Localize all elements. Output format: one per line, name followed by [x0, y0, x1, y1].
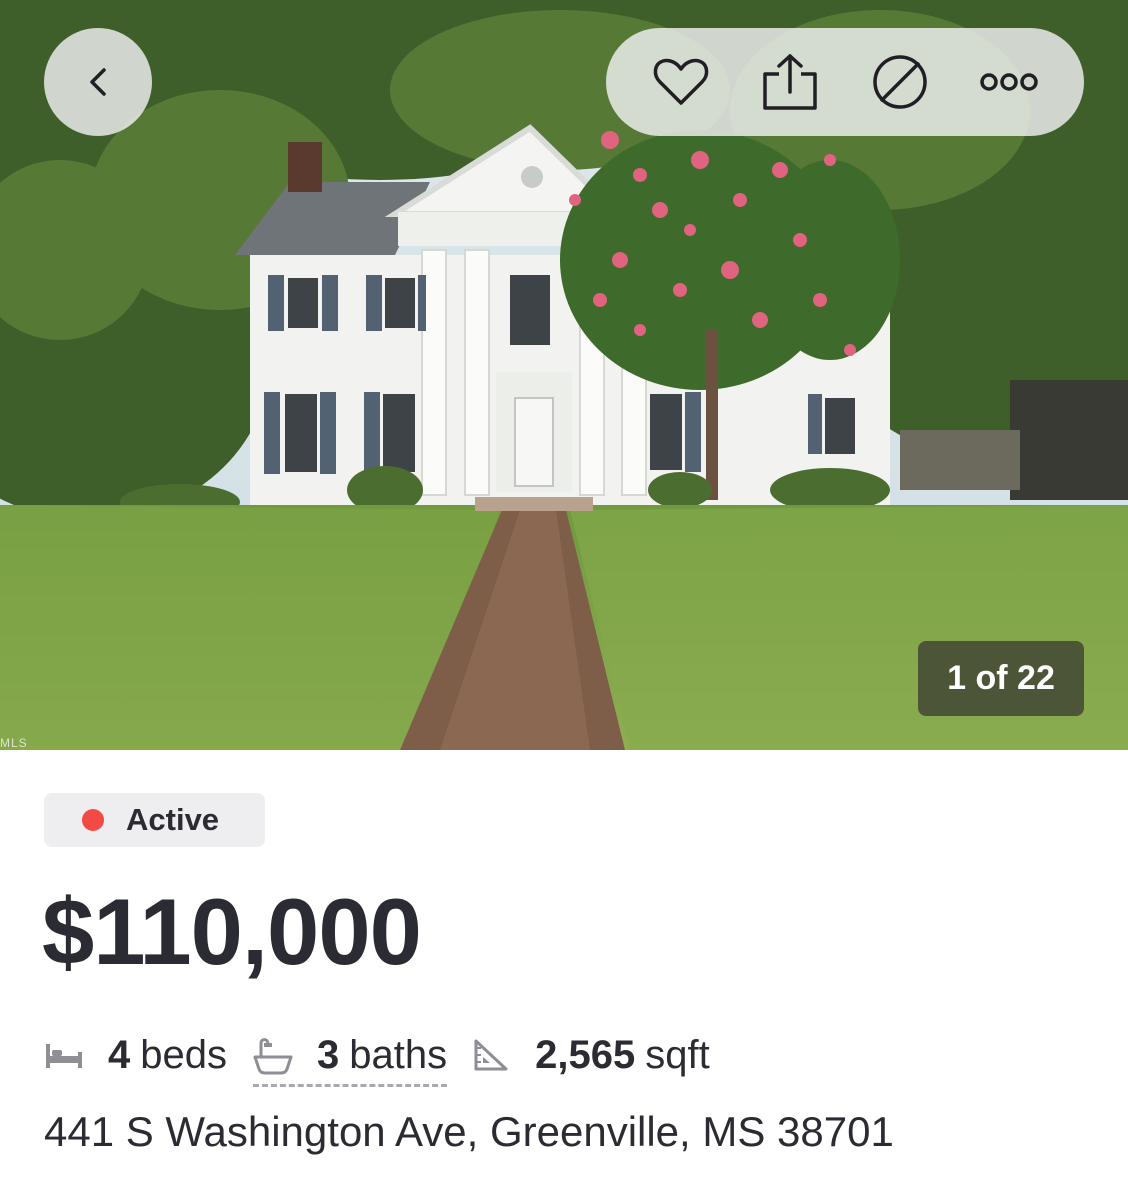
baths-value: 3 [317, 1033, 340, 1077]
sqft-label: sqft [645, 1032, 710, 1077]
beds-label: beds [140, 1032, 227, 1077]
baths-label: baths [349, 1033, 448, 1077]
status-badge: Active [44, 793, 265, 847]
bed-icon [46, 1044, 82, 1068]
bathtub-icon [253, 1037, 293, 1074]
beds-fact: 4 beds [44, 1033, 227, 1078]
favorite-button[interactable] [645, 46, 717, 118]
beds-value: 4 [108, 1032, 131, 1077]
more-options-button[interactable] [973, 46, 1045, 118]
more-icon [980, 73, 1038, 91]
share-icon [763, 54, 817, 110]
photo-watermark: MLS [0, 736, 28, 750]
listing-address: 441 S Washington Ave, Greenville, MS 387… [44, 1108, 894, 1155]
listing-photo-gallery[interactable]: 1 of 22 MLS [0, 0, 1128, 750]
heart-icon [653, 58, 708, 105]
hide-icon [873, 55, 927, 109]
share-button[interactable] [754, 46, 826, 118]
hide-listing-button[interactable] [864, 46, 936, 118]
sqft-value: 2,565 [535, 1032, 636, 1077]
listing-price: $110,000 [42, 879, 422, 984]
property-facts: 4 beds 3 baths 2,565 sqft [44, 1020, 710, 1090]
photo-counter: 1 of 22 [918, 641, 1084, 716]
ruler-triangle-icon [474, 1039, 508, 1071]
sqft-fact: 2,565 sqft [473, 1033, 710, 1078]
chevron-left-icon [90, 68, 106, 96]
action-toolbar [606, 28, 1084, 136]
back-button[interactable] [44, 28, 152, 136]
status-label: Active [126, 802, 220, 837]
status-dot [82, 809, 104, 831]
baths-fact[interactable]: 3 baths [253, 1033, 448, 1087]
